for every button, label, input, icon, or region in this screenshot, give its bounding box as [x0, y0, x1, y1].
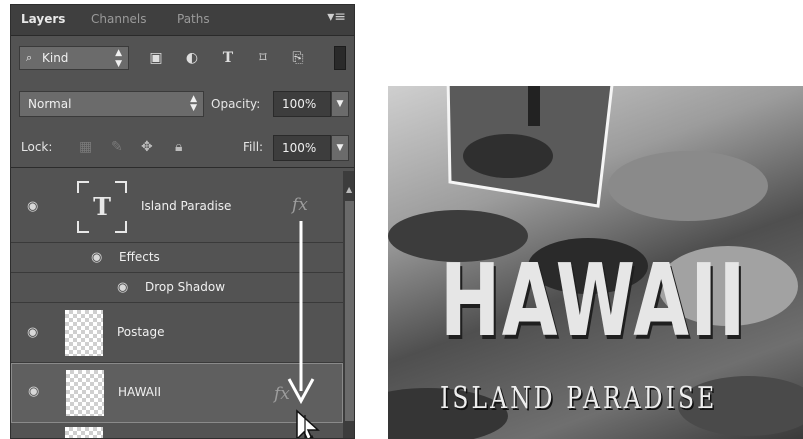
filter-kind-label: Kind: [42, 51, 69, 65]
tab-layers[interactable]: Layers: [21, 12, 65, 26]
lock-label: Lock:: [21, 140, 53, 154]
tab-channels[interactable]: Channels: [91, 12, 147, 26]
lock-transparent-icon[interactable]: ▦: [79, 139, 92, 155]
smart-object-filter-icon[interactable]: ⎘: [289, 49, 307, 67]
visibility-eye-icon[interactable]: ◉: [117, 281, 135, 294]
visibility-eye-icon[interactable]: ◉: [28, 385, 46, 398]
panel-menu-icon[interactable]: ▾≡: [327, 9, 346, 25]
type-filter-icon[interactable]: T: [219, 49, 237, 67]
filter-kind-select[interactable]: ⌕ Kind ▲ ▼: [19, 46, 129, 70]
fill-field[interactable]: 100%: [273, 135, 331, 161]
layer-name: Postage: [117, 325, 165, 339]
fill-label: Fill:: [243, 140, 264, 154]
blend-row: Normal ▲ ▼ Opacity: 100% ▼: [11, 85, 354, 121]
effect-label: Drop Shadow: [145, 280, 226, 294]
visibility-eye-icon[interactable]: ◉: [27, 200, 45, 213]
filter-row: ⌕ Kind ▲ ▼ ▣ ◐ T ⌑ ⎘: [11, 36, 354, 76]
opacity-dropdown-button[interactable]: ▼: [331, 91, 349, 117]
layer-name: HAWAII: [118, 385, 162, 399]
visibility-eye-icon[interactable]: ◉: [27, 326, 45, 339]
layer-thumbnail: [66, 370, 104, 416]
island-paradise-text: ISLAND PARADISE: [440, 381, 718, 416]
lock-all-icon[interactable]: 🔒︎: [175, 139, 182, 155]
scroll-thumb[interactable]: [345, 201, 354, 421]
lock-position-icon[interactable]: ✥: [141, 139, 153, 155]
layer-thumbnail: [65, 310, 103, 356]
canvas-image: HAWAII ISLAND PARADISE: [388, 86, 803, 439]
fill-dropdown-button[interactable]: ▼: [331, 135, 349, 161]
adjustment-filter-icon[interactable]: ◐: [183, 49, 201, 67]
effects-label: Effects: [119, 250, 160, 264]
blend-mode-select[interactable]: Normal ▲ ▼: [19, 91, 204, 117]
chevron-updown-icon: ▲ ▼: [190, 94, 197, 113]
lock-brush-icon[interactable]: ✎: [111, 139, 123, 155]
layers-list: ◉ T Island Paradise fx ◉ Effects ◉ Drop …: [11, 171, 343, 438]
search-icon: ⌕: [26, 51, 33, 64]
chevron-updown-icon: ▲ ▼: [115, 48, 122, 69]
hawaii-title-text: HAWAII: [440, 242, 747, 359]
layer-name: Island Paradise: [141, 199, 232, 213]
layer-thumbnail: [65, 427, 103, 438]
lock-row: Lock: ▦ ✎ ✥ 🔒︎ Fill: 100% ▼: [11, 129, 354, 168]
opacity-field[interactable]: 100%: [273, 91, 331, 117]
drag-arrow-icon: [287, 221, 315, 405]
tab-paths[interactable]: Paths: [177, 12, 210, 26]
drag-cursor-icon: [296, 409, 320, 438]
type-icon: T: [93, 192, 111, 221]
layers-panel: Layers Channels Paths ▾≡ ⌕ Kind ▲ ▼ ▣ ◐ T…: [10, 4, 355, 439]
blend-mode-value: Normal: [28, 97, 72, 111]
shape-filter-icon[interactable]: ⌑: [254, 49, 272, 67]
filter-toggle[interactable]: [334, 46, 346, 70]
scroll-up-icon[interactable]: ▲: [346, 185, 352, 194]
pixel-filter-icon[interactable]: ▣: [147, 49, 165, 67]
panel-tabs: Layers Channels Paths ▾≡: [11, 5, 354, 36]
visibility-eye-icon[interactable]: ◉: [91, 251, 109, 264]
opacity-label: Opacity:: [211, 97, 261, 111]
type-layer-thumbnail: T: [77, 181, 127, 233]
layers-scrollbar[interactable]: ▲: [343, 171, 354, 438]
